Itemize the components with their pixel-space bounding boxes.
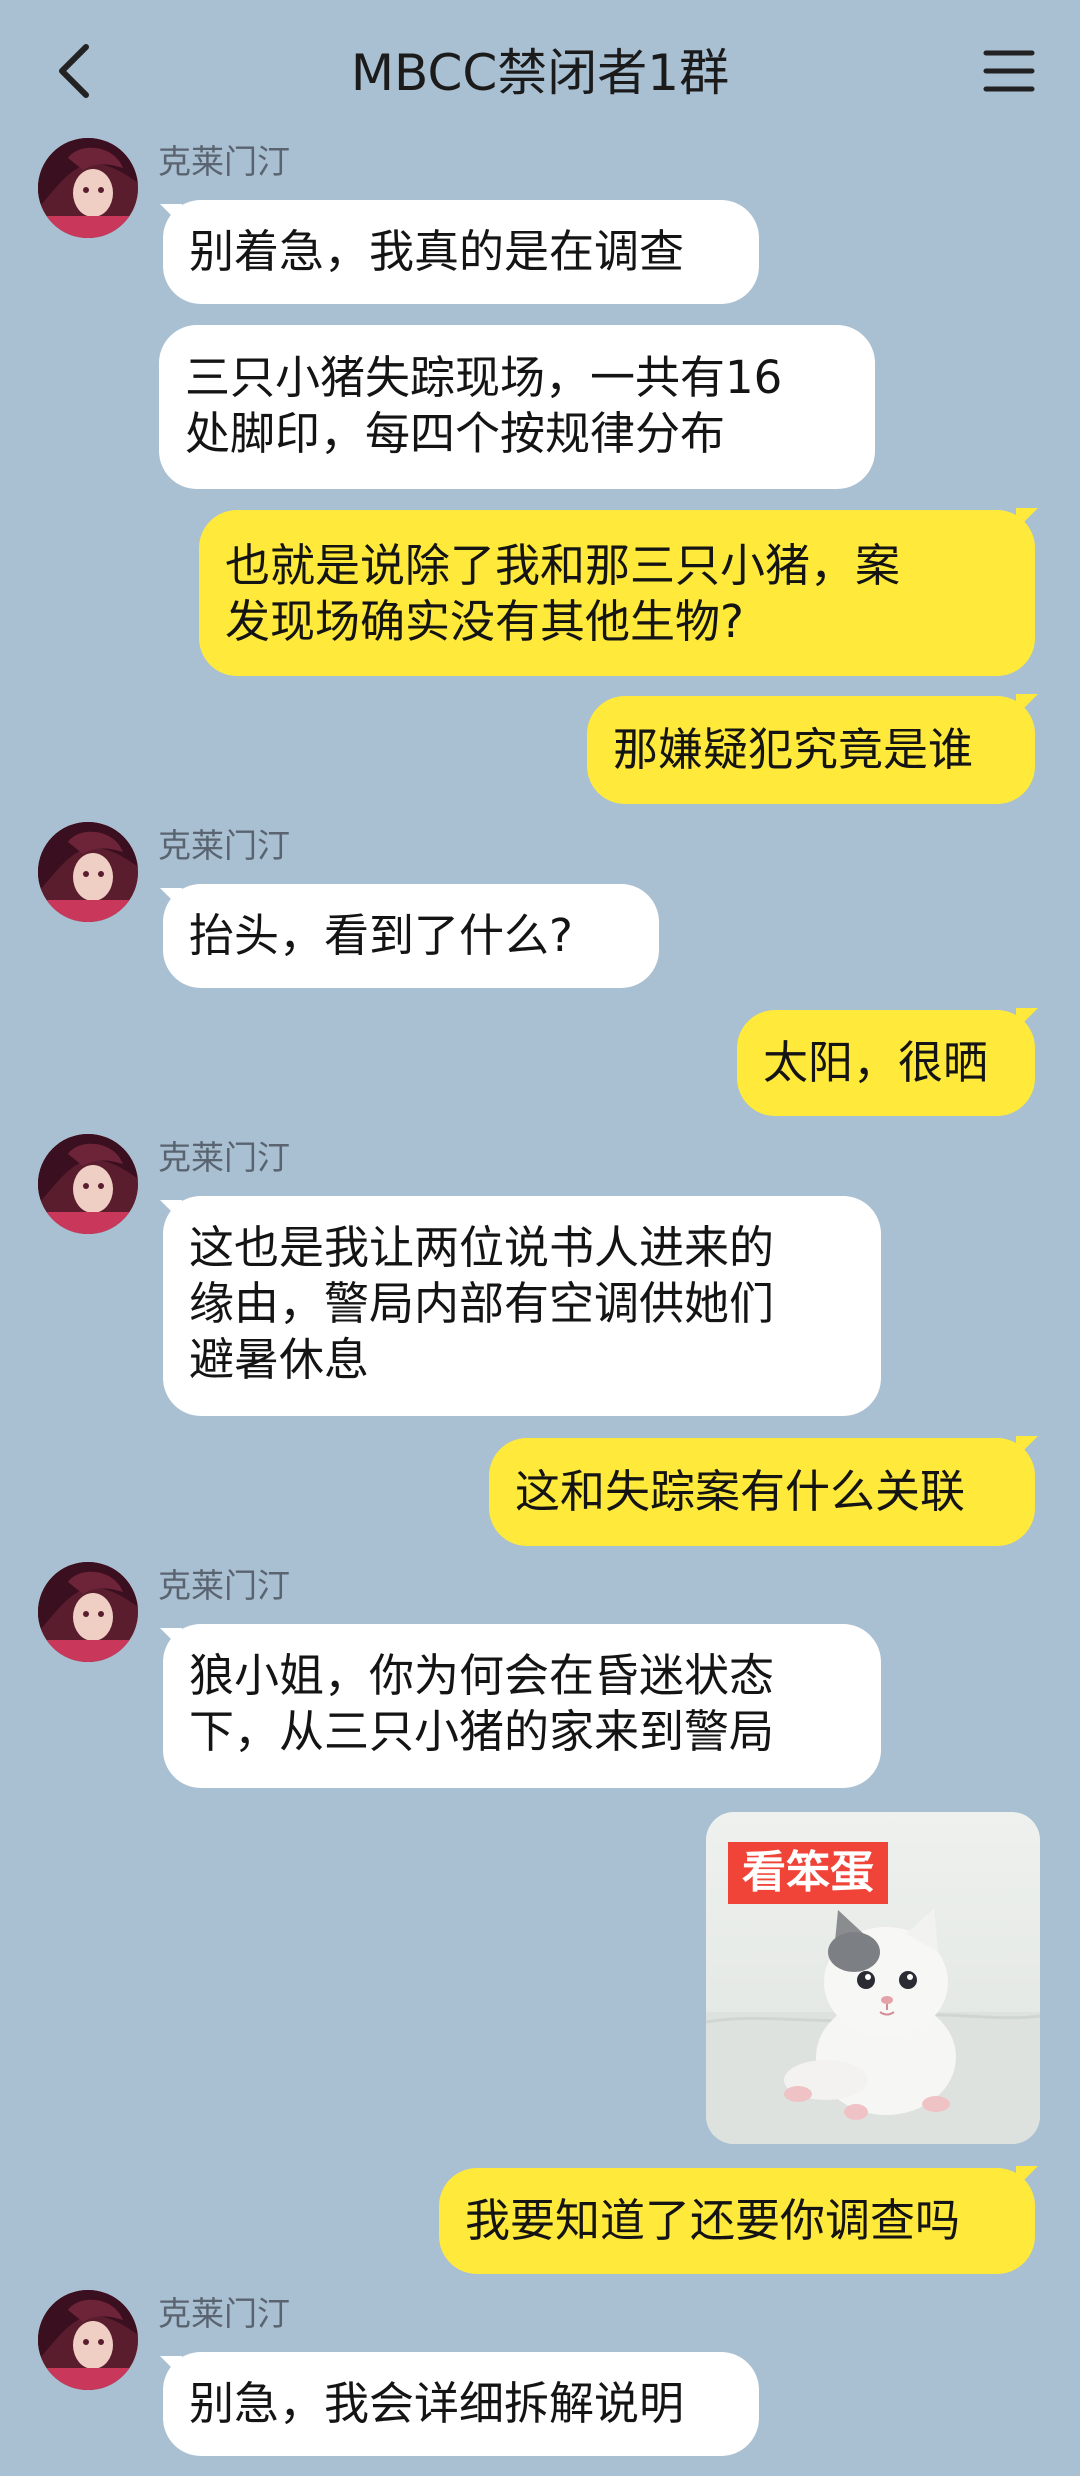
message-bubble[interactable]: 抬头，看到了什么? (163, 884, 659, 988)
avatar[interactable] (38, 1562, 138, 1662)
message-bubble[interactable]: 三只小猪失踪现场，一共有16 处脚印，每四个按规律分布 (159, 325, 875, 489)
avatar[interactable] (38, 138, 138, 238)
message-bubble[interactable]: 这也是我让两位说书人进来的 缘由，警局内部有空调供她们 避暑休息 (163, 1196, 881, 1416)
sender-name: 克莱门汀 (158, 826, 290, 865)
sender-name: 克莱门汀 (158, 1138, 290, 1177)
message-bubble[interactable]: 太阳，很晒 (737, 1010, 1035, 1116)
back-icon[interactable] (44, 36, 104, 106)
message-bubble[interactable]: 我要知道了还要你调查吗 (439, 2168, 1035, 2274)
avatar[interactable] (38, 2290, 138, 2390)
message-bubble[interactable]: 别急，我会详细拆解说明 (163, 2352, 759, 2456)
avatar[interactable] (38, 822, 138, 922)
sender-name: 克莱门汀 (158, 142, 290, 181)
message-bubble[interactable]: 也就是说除了我和那三只小猪，案 发现场确实没有其他生物? (199, 510, 1035, 676)
chat-header: MBCC禁闭者1群 (0, 0, 1080, 140)
message-bubble[interactable]: 狼小姐，你为何会在昏迷状态 下，从三只小猪的家来到警局 (163, 1624, 881, 1788)
image-message[interactable]: 看笨蛋 (706, 1812, 1040, 2144)
sender-name: 克莱门汀 (158, 1566, 290, 1605)
menu-icon[interactable] (974, 36, 1044, 106)
sender-name: 克莱门汀 (158, 2294, 290, 2333)
image-caption: 看笨蛋 (728, 1842, 888, 1904)
message-bubble[interactable]: 别着急，我真的是在调查 (163, 200, 759, 304)
avatar[interactable] (38, 1134, 138, 1234)
message-bubble[interactable]: 那嫌疑犯究竟是谁 (587, 696, 1035, 804)
chat-title: MBCC禁闭者1群 (350, 44, 730, 102)
message-bubble[interactable]: 这和失踪案有什么关联 (489, 1438, 1035, 1546)
